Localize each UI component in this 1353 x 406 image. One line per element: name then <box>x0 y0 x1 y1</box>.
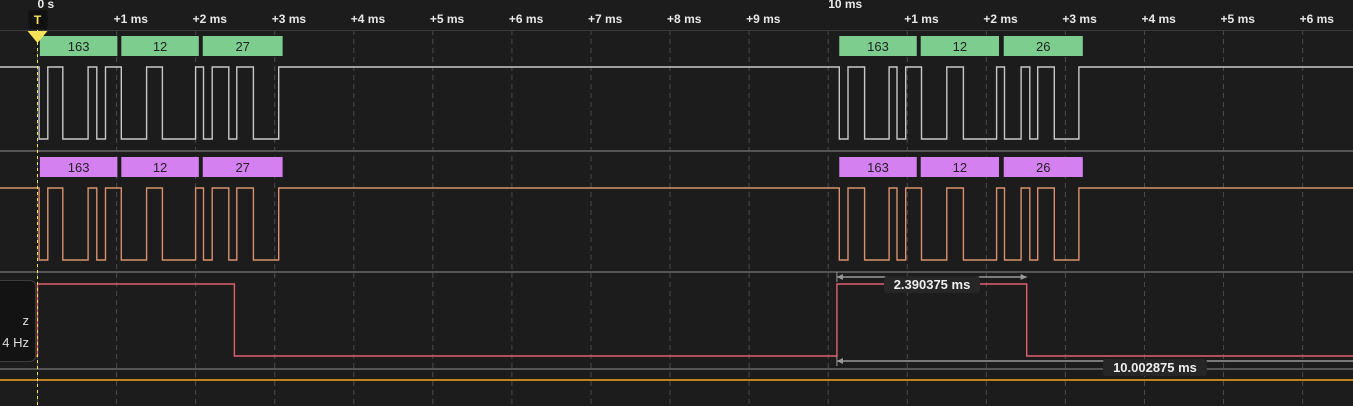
decoded-value: 27 <box>235 39 249 54</box>
measurement-panel[interactable]: z 4 Hz <box>0 280 36 362</box>
channel-waveforms <box>0 66 1353 381</box>
time-tick-label: 0 s <box>38 0 55 11</box>
measurement-label: 2.390375 ms <box>894 277 971 292</box>
decoded-value: 26 <box>1036 160 1050 175</box>
decoded-value: 163 <box>68 160 90 175</box>
time-tick-label: +2 ms <box>193 12 228 26</box>
time-tick-label: +4 ms <box>1141 12 1176 26</box>
decoded-value: 27 <box>235 160 249 175</box>
decoded-value: 12 <box>953 39 967 54</box>
time-tick-label: +7 ms <box>588 12 623 26</box>
time-tick-label: +6 ms <box>509 12 544 26</box>
decoder-frames: 163 12 27 163 12 26 163 12 27 163 12 26 <box>39 36 1083 177</box>
time-tick-label: +9 ms <box>746 12 781 26</box>
channel-1-waveform <box>0 187 1353 261</box>
time-tick-label: +5 ms <box>1221 12 1256 26</box>
time-tick-label: +1 ms <box>904 12 939 26</box>
decoded-value: 12 <box>953 160 967 175</box>
measurement-label: 10.002875 ms <box>1113 360 1197 375</box>
time-tick-label: 10 ms <box>828 0 862 11</box>
time-tick-label: +1 ms <box>114 12 149 26</box>
decoded-value: 12 <box>153 39 167 54</box>
time-tick-label: +2 ms <box>983 12 1018 26</box>
decoded-value: 12 <box>153 160 167 175</box>
time-tick-label: +3 ms <box>272 12 307 26</box>
decoded-value: 163 <box>867 39 889 54</box>
arrow-head <box>836 358 843 364</box>
arrow-head <box>1020 274 1027 280</box>
time-tick-label: +3 ms <box>1062 12 1097 26</box>
waveform-view[interactable]: 0 s +1 ms +2 ms +3 ms +4 ms +5 ms +6 ms +7 ms +8… <box>0 0 1353 406</box>
time-grid <box>37 30 1304 406</box>
time-tick-label: +8 ms <box>667 12 702 26</box>
decoded-value: 163 <box>867 160 889 175</box>
time-ruler[interactable]: 0 s +1 ms +2 ms +3 ms +4 ms +5 ms +6 ms +7 ms +8… <box>38 0 1335 26</box>
trigger-icon: T <box>34 13 42 27</box>
decoded-value: 26 <box>1036 39 1050 54</box>
channel-2-waveform <box>0 283 1353 357</box>
measurement-frequency: 4 Hz <box>2 335 29 350</box>
arrow-head <box>836 274 843 280</box>
measurement-value: z <box>22 313 30 328</box>
timing-measurements: 2.390375 ms 10.002875 ms <box>836 272 1353 376</box>
time-tick-label: +4 ms <box>351 12 386 26</box>
time-tick-label: +6 ms <box>1300 12 1335 26</box>
time-tick-label: +5 ms <box>430 12 465 26</box>
decoded-value: 163 <box>68 39 90 54</box>
channel-0-waveform <box>0 66 1353 140</box>
